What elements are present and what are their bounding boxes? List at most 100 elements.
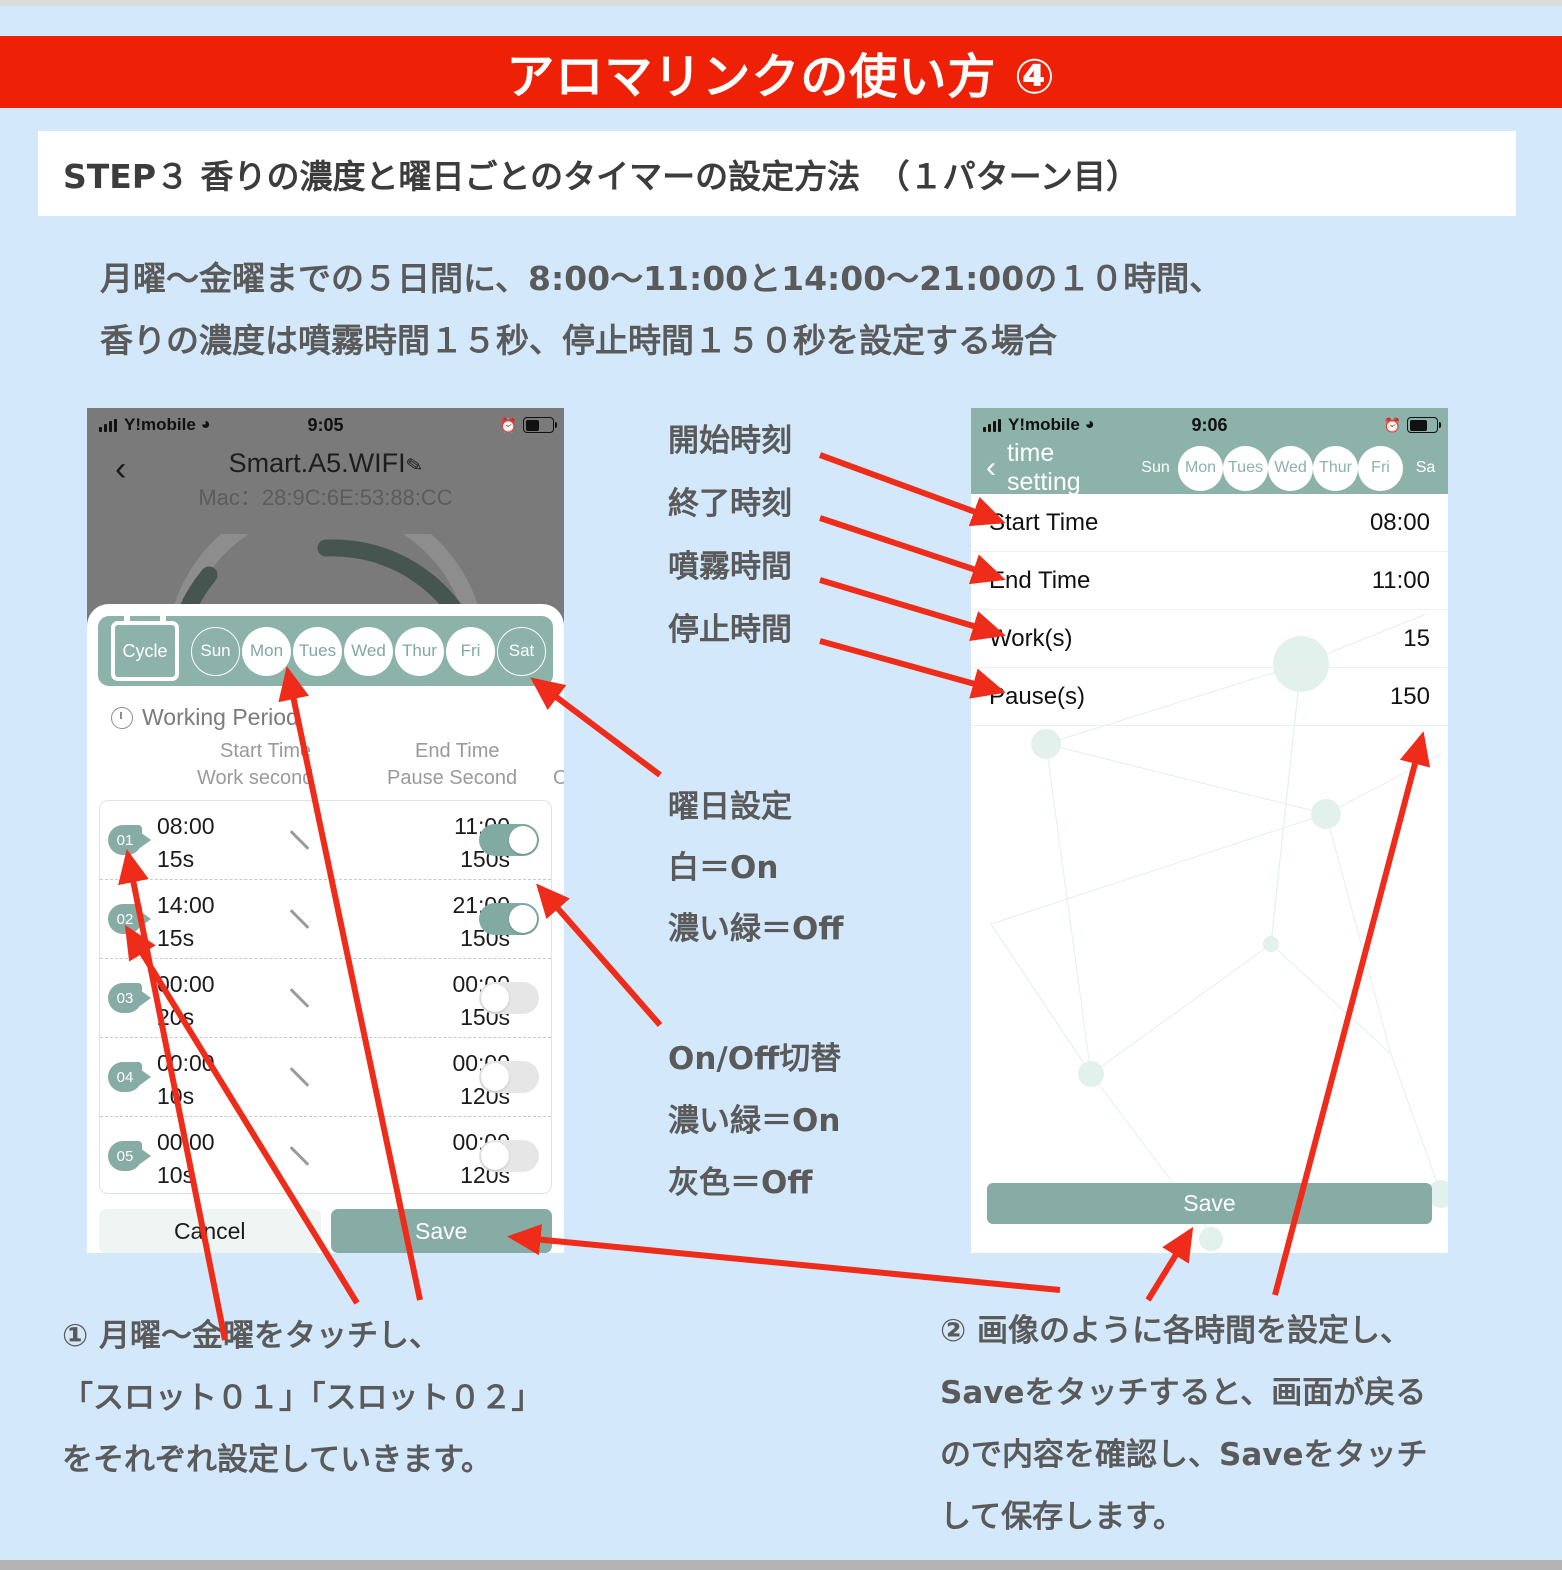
cancel-button[interactable]: Cancel xyxy=(99,1209,321,1253)
day-pill-fri[interactable]: Fri xyxy=(446,626,495,676)
pencil-icon[interactable]: ✎ xyxy=(404,452,425,480)
slot-number-badge: 01 xyxy=(108,825,142,855)
intro-line-1: 月曜～金曜までの５日間に、8:00～11:00と14:00～21:00の１０時間… xyxy=(100,259,1223,298)
step-title: STEP３ 香りの濃度と曜日ごとのタイマーの設定方法 （１パターン目） xyxy=(63,156,1140,196)
status-clock: 9:06 xyxy=(1191,414,1228,435)
phone-screenshot-left: Y!mobile ◕ 9:05 ⏰ ‹ Smart.A5.WIFI✎ Mac：2… xyxy=(87,408,564,1253)
save-button[interactable]: Save xyxy=(987,1183,1432,1224)
slot-row[interactable]: 01 08:00 15s 11:00 150s xyxy=(100,801,551,879)
setting-row[interactable]: Pause(s) 150 xyxy=(971,668,1448,726)
working-period-header: Working Period xyxy=(111,704,299,731)
battery-icon xyxy=(523,417,557,433)
day-pill-wed[interactable]: Wed xyxy=(1268,445,1313,491)
slot-work-second: 10s xyxy=(157,1083,195,1109)
annotation-gray-off: 灰色＝Off xyxy=(668,1165,813,1201)
setting-row-key: Pause(s) xyxy=(989,682,1086,710)
alarm-clock-icon: ⏰ xyxy=(1383,416,1401,433)
day-pill-thur[interactable]: Thur xyxy=(1313,445,1358,491)
slot-column-headers: Start Time End Time Work second Pause Se… xyxy=(87,740,564,794)
slot-toggle[interactable] xyxy=(479,1061,539,1093)
intro-paragraph: 月曜～金曜までの５日間に、8:00～11:00と14:00～21:00の１０時間… xyxy=(100,248,1420,372)
setting-row-value: 11:00 xyxy=(1371,566,1430,594)
pencil-icon[interactable] xyxy=(289,830,310,850)
slot-start-time: 00:00 xyxy=(157,1050,215,1076)
setting-row[interactable]: Work(s) 15 xyxy=(971,610,1448,668)
slot-row[interactable]: 03 00:00 20s 00:00 150s xyxy=(100,958,551,1037)
setting-row[interactable]: End Time 11:00 xyxy=(971,552,1448,610)
nav-title: time setting xyxy=(1007,442,1081,494)
calendar-icon[interactable]: Cycle xyxy=(111,612,179,681)
time-setting-body: Start Time 08:00 End Time 11:00 Work(s) 15 Pau… xyxy=(971,494,1448,1253)
slot-toggle[interactable] xyxy=(479,1140,539,1172)
day-pill-wed[interactable]: Wed xyxy=(344,626,393,676)
alarm-clock-icon: ⏰ xyxy=(499,416,517,433)
save-button[interactable]: Save xyxy=(330,1209,552,1253)
device-name-label: Smart.A5.WIFI xyxy=(228,448,406,478)
day-pill-thur[interactable]: Thur xyxy=(395,626,444,676)
day-pill-tues[interactable]: Tues xyxy=(1223,445,1268,491)
slot-toggle[interactable] xyxy=(479,903,539,935)
col-work-second: Work second xyxy=(197,767,314,789)
footer-left-line-1: ① 月曜～金曜をタッチし、 xyxy=(62,1318,441,1354)
slot-work-second: 10s xyxy=(157,1162,195,1188)
top-gray-strip xyxy=(0,0,1562,6)
status-right-group: ⏰ xyxy=(499,416,557,434)
day-pill-fri[interactable]: Fri xyxy=(1358,445,1403,491)
slot-toggle[interactable] xyxy=(479,824,539,856)
day-selector-bar: Cycle Sun Mon Tues Wed Thur Fri Sat xyxy=(98,612,553,686)
clock-icon xyxy=(111,706,133,729)
battery-icon xyxy=(1407,417,1441,433)
slot-number-badge: 03 xyxy=(108,983,142,1013)
slot-start-time: 00:00 xyxy=(157,1129,215,1155)
footer-left-line-3: をそれぞれ設定していきます。 xyxy=(62,1442,492,1478)
banner-title: アロマリンクの使い方 ④ xyxy=(506,49,1056,105)
setting-row-key: Start Time xyxy=(989,508,1099,536)
day-pill-sun[interactable]: Sun xyxy=(1133,446,1178,491)
day-pill-mon[interactable]: Mon xyxy=(1178,445,1223,491)
status-bar-right: Y!mobile ◕ 9:06 ⏰ xyxy=(971,408,1448,442)
pencil-icon[interactable] xyxy=(289,909,310,929)
step-bar: STEP３ 香りの濃度と曜日ごとのタイマーの設定方法 （１パターン目） xyxy=(38,131,1516,216)
slot-row[interactable]: 02 14:00 15s 21:00 150s xyxy=(100,879,551,958)
annotation-darkgreen-on: 濃い緑＝On xyxy=(668,1103,841,1139)
device-mac-label: Mac：28:9C:6E:53:88:CC xyxy=(198,485,453,510)
phone-screenshot-right: Y!mobile ◕ 9:06 ⏰ ‹ time setting Sun Mon T… xyxy=(971,408,1448,1253)
status-clock: 9:05 xyxy=(307,414,344,435)
nav-bar: ‹ time setting Sun Mon Tues Wed Thur Fri Sa xyxy=(971,442,1448,494)
title-banner: アロマリンクの使い方 ④ xyxy=(0,36,1562,108)
slot-number-badge: 04 xyxy=(108,1062,142,1092)
annotation-onoff-toggle: On/Off切替 xyxy=(668,1041,842,1077)
day-pill-group: Sun Mon Tues Wed Thur Fri Sa xyxy=(1133,445,1448,491)
annotation-start-time: 開始時刻 xyxy=(668,423,792,459)
annotation-day-setting: 曜日設定 xyxy=(668,789,792,825)
footer-note-left: ① 月曜～金曜をタッチし、 「スロット０１」「スロット０２」 をそれぞれ設定して… xyxy=(62,1305,543,1491)
slot-start-time: 08:00 xyxy=(157,813,215,839)
col-end-time: End Time xyxy=(415,740,500,762)
pencil-icon[interactable] xyxy=(289,988,310,1008)
setting-row-value: 15 xyxy=(1403,624,1430,652)
day-pill-sun[interactable]: Sun xyxy=(191,626,240,676)
slot-toggle[interactable] xyxy=(479,982,539,1014)
day-pill-sat[interactable]: Sat xyxy=(497,626,546,676)
footer-right-line-1: ② 画像のように各時間を設定し、 xyxy=(940,1313,1412,1349)
annotation-darkgreen-off: 濃い緑＝Off xyxy=(668,911,844,947)
slot-work-second: 15s xyxy=(157,846,195,872)
back-chevron-icon[interactable]: ‹ xyxy=(986,453,996,483)
slot-start-time: 14:00 xyxy=(157,892,215,918)
working-period-title: Working Period xyxy=(142,704,299,730)
day-pill-mon[interactable]: Mon xyxy=(242,626,291,676)
slot-row[interactable]: 04 00:00 10s 00:00 120s xyxy=(100,1037,551,1116)
slot-work-second: 15s xyxy=(157,925,195,951)
setting-row[interactable]: Start Time 08:00 xyxy=(971,494,1448,552)
day-pill-sa[interactable]: Sa xyxy=(1403,446,1448,491)
pencil-icon[interactable] xyxy=(289,1146,310,1166)
pencil-icon[interactable] xyxy=(289,1067,310,1087)
footer-note-right: ② 画像のように各時間を設定し、 Saveをタッチすると、画面が戻る ので内容を… xyxy=(940,1300,1427,1548)
setting-row-value: 08:00 xyxy=(1369,508,1430,536)
day-pill-tues[interactable]: Tues xyxy=(293,626,342,676)
slot-row[interactable]: 05 00:00 10s 00:00 120s xyxy=(100,1116,551,1195)
annotation-white-on: 白＝On xyxy=(668,850,779,886)
annotation-end-time: 終了時刻 xyxy=(668,486,792,522)
status-right-group-right: ⏰ xyxy=(1383,416,1441,434)
slot-number-badge: 05 xyxy=(108,1141,142,1171)
